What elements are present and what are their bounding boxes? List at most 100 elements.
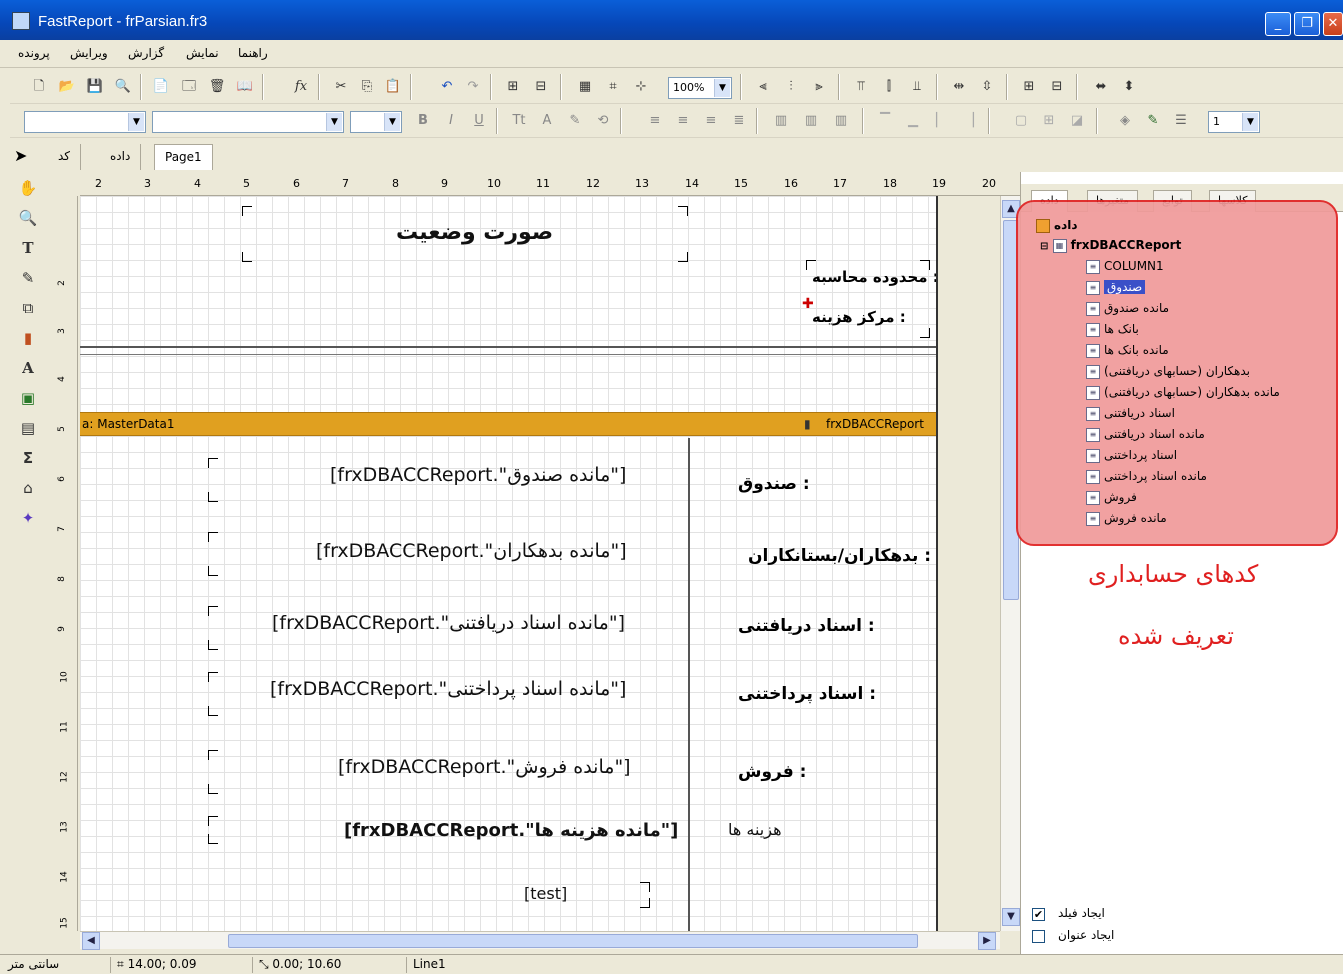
same-height-icon[interactable]: ⬍ [1118, 76, 1140, 98]
fit-grid-icon[interactable]: ⊹ [630, 76, 652, 98]
memo-icon[interactable]: A [16, 356, 40, 380]
field-expression[interactable]: [frxDBACCReport."مانده اسناد دریافتنی"] [272, 612, 625, 634]
tree-dataset[interactable]: ⊟ ▦ frxDBACCReport [1040, 238, 1181, 253]
tab-page1[interactable]: Page1 [154, 144, 213, 170]
frame-right-icon[interactable]: ▕ [958, 110, 980, 132]
new-page-icon[interactable]: 📄 [150, 76, 172, 98]
hand-icon[interactable]: ✋ [16, 176, 40, 200]
font-size-select[interactable]: ▼ [350, 111, 402, 133]
chevron-down-icon[interactable]: ▼ [714, 79, 730, 97]
field-expression[interactable]: [frxDBACCReport."مانده اسناد پرداختنی"] [270, 678, 626, 700]
space-vertical-icon[interactable]: ⇳ [976, 76, 998, 98]
valign-bottom-icon[interactable]: ▥ [830, 110, 852, 132]
scroll-right-icon[interactable]: ▶ [978, 932, 996, 950]
italic-icon[interactable]: I [440, 110, 462, 132]
field-expression[interactable]: [frxDBACCReport."مانده بدهکاران"] [316, 540, 627, 562]
tree-field[interactable]: ≡ بانک ها [1086, 322, 1139, 337]
chevron-down-icon[interactable]: ▼ [128, 113, 144, 131]
rotation-icon[interactable]: ⟲ [592, 110, 614, 132]
frame-left-icon[interactable]: ▏ [930, 110, 952, 132]
text-tool-icon[interactable]: T [16, 236, 40, 260]
tab-code[interactable]: کد [48, 144, 82, 170]
tree-field[interactable]: ≡ (مانده بدهکاران (حسابهای دریافتنی [1086, 385, 1280, 400]
tree-field-selected[interactable]: ≡ صندوق [1086, 280, 1146, 295]
copy-icon[interactable]: ⎘ [356, 76, 378, 98]
cost-label[interactable]: هزینه ها [728, 820, 782, 839]
tree-field[interactable]: ≡ (بدهکاران (حسابهای دریافتنی [1086, 364, 1250, 379]
align-top-icon[interactable]: ⫪ [850, 76, 872, 98]
paste-icon[interactable]: 📋 [382, 76, 404, 98]
redo-icon[interactable]: ↷ [462, 76, 484, 98]
row-label[interactable]: فروش : [738, 762, 806, 782]
band-icon[interactable]: ⧉ [16, 296, 40, 320]
text-align-left-icon[interactable]: ≡ [644, 110, 666, 132]
fill-color-icon[interactable]: ◈ [1114, 110, 1136, 132]
frame-color-icon[interactable]: ✎ [1142, 110, 1164, 132]
shape-icon[interactable]: ⌂ [16, 476, 40, 500]
field-expression[interactable]: [frxDBACCReport."مانده فروش"] [338, 756, 631, 778]
range-label[interactable]: محدوده محاسبه : [812, 268, 939, 286]
report-design-area[interactable]: صورت وضعیت محدوده محاسبه : مرکز هزینه : … [80, 196, 1000, 931]
align-middle-icon[interactable]: ⫿ [878, 76, 900, 98]
group-icon[interactable]: ⊞ [502, 76, 524, 98]
menu-help[interactable]: راهنما [238, 46, 268, 60]
select-arrow-icon[interactable]: ➤ [14, 146, 27, 165]
delete-page-icon[interactable]: 🗑 [206, 76, 228, 98]
bold-icon[interactable]: B [412, 110, 434, 132]
cost-center-label[interactable]: مرکز هزینه : [812, 308, 906, 326]
align-right-icon[interactable]: ⫸ [808, 76, 830, 98]
new-icon[interactable]: 🗋 [28, 76, 50, 98]
text-align-right-icon[interactable]: ≡ [700, 110, 722, 132]
more-objects-icon[interactable]: ✦ [16, 506, 40, 530]
tree-field[interactable]: ≡ اسناد دریافتنی [1086, 406, 1175, 421]
open-icon[interactable]: 📂 [56, 76, 78, 98]
center-vertical-icon[interactable]: ⊟ [1046, 76, 1068, 98]
tree-root[interactable]: داده [1036, 218, 1078, 233]
cost-expression[interactable]: [frxDBACCReport."مانده هزینه ها"] [344, 820, 678, 841]
frame-bottom-icon[interactable]: ▁ [902, 110, 924, 132]
create-title-checkbox[interactable] [1032, 930, 1045, 943]
report-title[interactable]: صورت وضعیت [396, 220, 553, 245]
scrollbar-thumb[interactable] [228, 934, 918, 948]
tree-field[interactable]: ≡ مانده فروش [1086, 511, 1167, 526]
horizontal-scrollbar[interactable]: ◀ ▶ [80, 931, 1000, 950]
frame-all-icon[interactable]: ▢ [1010, 110, 1032, 132]
save-icon[interactable]: 💾 [84, 76, 106, 98]
menu-report[interactable]: گزارش [128, 46, 164, 60]
zoom-select[interactable]: 100% ▼ [668, 77, 732, 99]
highlight-icon[interactable]: ✎ [564, 110, 586, 132]
sum-icon[interactable]: Σ [16, 446, 40, 470]
function-icon[interactable]: fx [290, 76, 312, 98]
subreport-icon[interactable]: ▤ [16, 416, 40, 440]
scroll-left-icon[interactable]: ◀ [82, 932, 100, 950]
tree-field[interactable]: ≡ مانده اسناد دریافتنی [1086, 427, 1205, 442]
style-select[interactable]: ▼ [24, 111, 146, 133]
tree-field[interactable]: ≡ اسناد پرداختنی [1086, 448, 1177, 463]
collapse-icon[interactable]: ⊟ [1040, 241, 1048, 252]
frame-width-select[interactable]: 1 ▼ [1208, 111, 1260, 133]
align-center-icon[interactable]: ⫶ [780, 76, 802, 98]
new-dialog-icon[interactable]: 🗔 [178, 76, 200, 98]
field-expression[interactable]: [frxDBACCReport."مانده صندوق"] [330, 464, 626, 486]
space-horizontal-icon[interactable]: ⇹ [948, 76, 970, 98]
ungroup-icon[interactable]: ⊟ [530, 76, 552, 98]
tree-field[interactable]: ≡ مانده اسناد پرداختنی [1086, 469, 1207, 484]
tab-data[interactable]: داده [100, 144, 142, 170]
test-expression[interactable]: [test] [524, 884, 567, 903]
create-field-checkbox[interactable]: ✔ [1032, 908, 1045, 921]
same-width-icon[interactable]: ⬌ [1090, 76, 1112, 98]
undo-icon[interactable]: ↶ [436, 76, 458, 98]
chevron-down-icon[interactable]: ▼ [326, 113, 342, 131]
app-icon[interactable] [12, 12, 30, 30]
font-color-icon[interactable]: A [536, 110, 558, 132]
align-left-icon[interactable]: ⫷ [752, 76, 774, 98]
format-painter-icon[interactable]: ✎ [16, 266, 40, 290]
tree-field[interactable]: ≡ فروش [1086, 490, 1137, 505]
center-horizontal-icon[interactable]: ⊞ [1018, 76, 1040, 98]
valign-middle-icon[interactable]: ▥ [800, 110, 822, 132]
chevron-down-icon[interactable]: ▼ [1242, 113, 1258, 131]
shadow-icon[interactable]: ◪ [1066, 110, 1088, 132]
frame-top-icon[interactable]: ▔ [874, 110, 896, 132]
underline-icon[interactable]: U [468, 110, 490, 132]
tree-field[interactable]: ≡ مانده صندوق [1086, 301, 1169, 316]
